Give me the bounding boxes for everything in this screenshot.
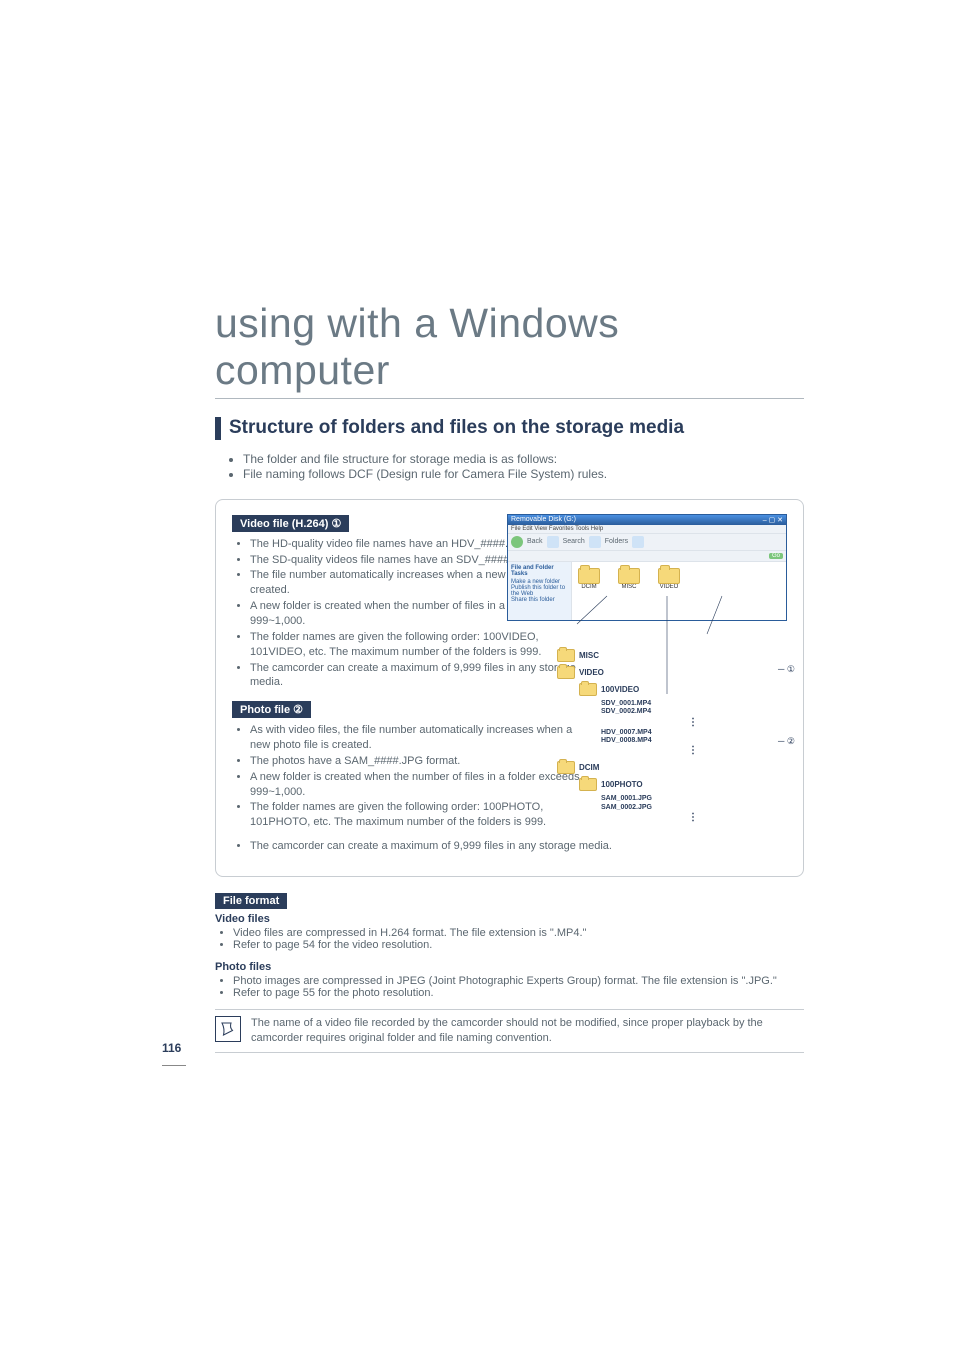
toolbar-search: Search [563, 538, 585, 545]
folder-label: MISC [622, 584, 637, 590]
folder-label: VIDEO [660, 584, 679, 590]
folder-icon [578, 568, 600, 584]
page-number-rule [162, 1065, 186, 1066]
folder-tree: MISC VIDEO 100VIDEO SDV_0001.MP4 SDV_000… [557, 649, 787, 824]
tree-leaf: SAM_0002.JPG [601, 804, 787, 812]
list-item: Photo images are compressed in JPEG (Joi… [233, 975, 804, 987]
note-icon [215, 1016, 241, 1042]
page: using with a Windows computer Structure … [0, 0, 954, 1350]
note-text: The name of a video file recorded by the… [251, 1016, 804, 1046]
section-accent-bar [215, 417, 221, 440]
tree-label: DCIM [579, 763, 599, 772]
views-icon [632, 536, 644, 548]
tree-leaf: SAM_0001.JPG [601, 795, 787, 803]
folder-icon [557, 666, 575, 679]
window-menubar: File Edit View Favorites Tools Help [508, 525, 786, 533]
list-item: The camcorder can create a maximum of 9,… [250, 840, 787, 852]
section-heading-row: Structure of folders and files on the st… [215, 417, 804, 440]
tree-dots: ⋮ [601, 812, 787, 824]
callout-label: ① [787, 664, 795, 674]
tree-label: MISC [579, 651, 599, 660]
callout-2: ─ ② [778, 736, 795, 747]
folder-item: DCIM [578, 568, 600, 614]
go-button: Go [769, 553, 783, 559]
tree-dots: ⋮ [601, 717, 787, 729]
back-icon [511, 536, 523, 548]
tree-node-video: VIDEO [557, 666, 787, 679]
toolbar-folders: Folders [605, 538, 628, 545]
folder-item: MISC [618, 568, 640, 614]
window-title: Removable Disk (G:) [511, 516, 576, 524]
folder-label: DCIM [581, 584, 596, 590]
tree-label: 100PHOTO [601, 780, 643, 789]
window-controls: – ▢ ✕ [763, 516, 783, 524]
intro-item: File naming follows DCF (Design rule for… [243, 467, 804, 481]
folder-icon [658, 568, 680, 584]
callout-1: ─ ① [778, 664, 795, 675]
sidebar-item: Share this folder [511, 597, 568, 603]
tree-dots: ⋮ [601, 745, 787, 757]
folder-structure-diagram: Removable Disk (G:) – ▢ ✕ File Edit View… [507, 514, 787, 824]
chapter-title: using with a Windows computer [215, 300, 804, 399]
intro-item: The folder and file structure for storag… [243, 452, 804, 466]
tree-node-misc: MISC [557, 649, 787, 662]
tree-leaf: SDV_0001.MP4 [601, 700, 787, 708]
video-file-badge: Video file (H.264) ① [232, 515, 349, 532]
folder-icon [557, 649, 575, 662]
folder-icon [579, 778, 597, 791]
window-addressbar: Go [508, 551, 786, 562]
folder-pane: DCIM MISC VIDEO [572, 562, 786, 620]
window-toolbar: Back Search Folders [508, 533, 786, 551]
tree-label: VIDEO [579, 668, 604, 677]
folder-icon [557, 761, 575, 774]
tree-leaf: HDV_0007.MP4 [601, 729, 787, 737]
note-row: The name of a video file recorded by the… [215, 1009, 804, 1053]
toolbar-spacer-icon [547, 536, 559, 548]
tree-node: 100PHOTO [579, 778, 787, 791]
tree-child: 100PHOTO SAM_0001.JPG SAM_0002.JPG ⋮ [579, 778, 787, 824]
photo-format-list: Photo images are compressed in JPEG (Joi… [215, 975, 804, 999]
tree-node: 100VIDEO [579, 683, 787, 696]
list-item: Video files are compressed in H.264 form… [233, 927, 804, 939]
tree-node-dcim: DCIM [557, 761, 787, 774]
folder-icon [579, 683, 597, 696]
section-title: Structure of folders and files on the st… [229, 417, 684, 440]
callout-label: ② [787, 736, 795, 746]
sidebar-item: Publish this folder to the Web [511, 585, 568, 597]
storage-structure-box: Video file (H.264) ① The HD-quality vide… [215, 499, 804, 877]
intro-list: The folder and file structure for storag… [215, 452, 804, 481]
sidebar-heading: File and Folder Tasks [511, 565, 568, 577]
folders-icon [589, 536, 601, 548]
tree-leaf: HDV_0008.MP4 [601, 737, 787, 745]
list-item: Refer to page 54 for the video resolutio… [233, 939, 804, 951]
tree-label: 100VIDEO [601, 685, 639, 694]
photo-file-list-wide: The camcorder can create a maximum of 9,… [232, 840, 787, 852]
photo-files-heading: Photo files [215, 961, 804, 973]
explorer-window: Removable Disk (G:) – ▢ ✕ File Edit View… [507, 514, 787, 621]
folder-item: VIDEO [658, 568, 680, 614]
toolbar-back: Back [527, 538, 543, 545]
tree-child: 100VIDEO SDV_0001.MP4 SDV_0002.MP4 ⋮ HDV… [579, 683, 787, 758]
page-number: 116 [162, 1041, 181, 1055]
window-body: File and Folder Tasks Make a new folder … [508, 562, 786, 620]
video-format-list: Video files are compressed in H.264 form… [215, 927, 804, 951]
video-files-heading: Video files [215, 913, 804, 925]
folder-icon [618, 568, 640, 584]
sidebar-item: Make a new folder [511, 579, 568, 585]
window-titlebar: Removable Disk (G:) – ▢ ✕ [508, 515, 786, 525]
tree-leaf: SDV_0002.MP4 [601, 708, 787, 716]
photo-file-badge: Photo file ② [232, 701, 311, 718]
file-format-badge: File format [215, 893, 287, 909]
list-item: Refer to page 55 for the photo resolutio… [233, 987, 804, 999]
tasks-sidebar: File and Folder Tasks Make a new folder … [508, 562, 572, 620]
